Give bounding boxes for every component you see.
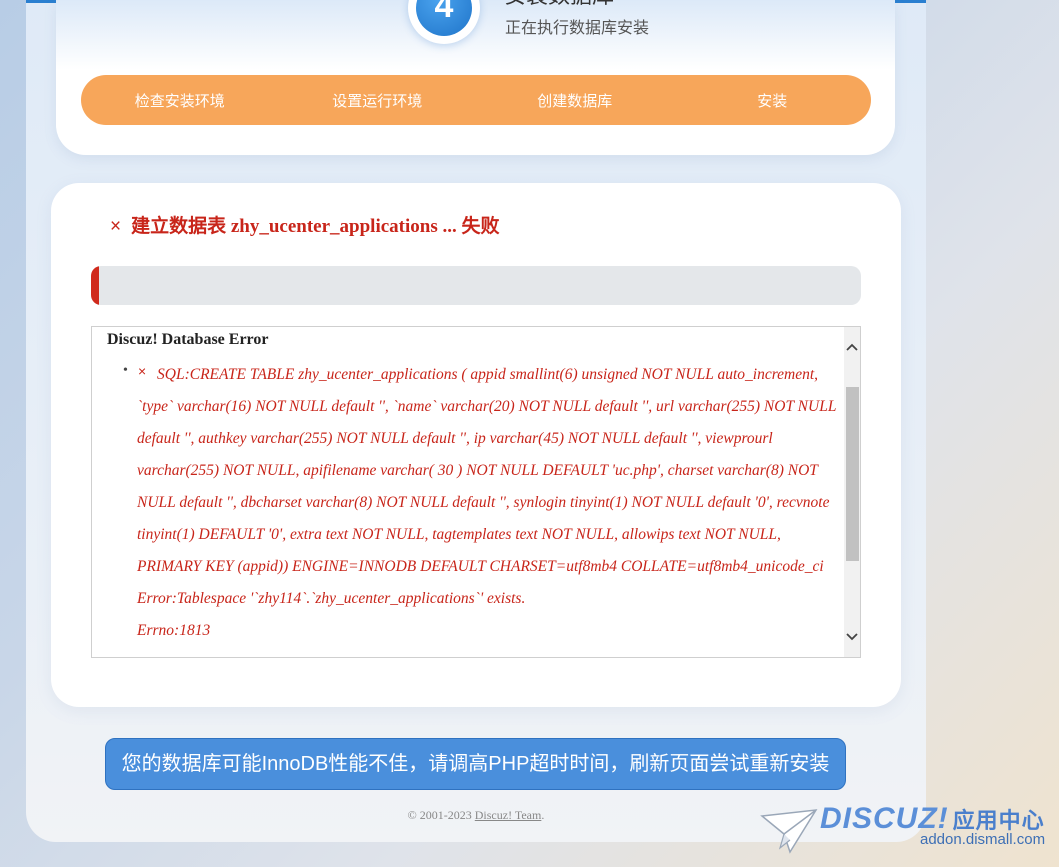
install-progress-bar [91, 266, 861, 305]
logo-url: addon.dismall.com [920, 831, 1046, 848]
error-x-icon: × [110, 216, 122, 237]
scroll-up-chevron-icon[interactable] [844, 337, 860, 357]
innodb-notice-message: 您的数据库可能InnoDB性能不佳，请调高PHP超时时间，刷新页面尝试重新安装 [105, 738, 846, 790]
discuz-appcenter-logo: DISCUZ! 应用中心 addon.dismall.com [760, 800, 1050, 855]
log-bullet: • [123, 363, 128, 378]
step-title: 安装数据库 [504, 0, 614, 10]
logo-cn-text: 应用中心 [952, 808, 1045, 833]
step-install: 安装 [757, 92, 788, 110]
paper-plane-icon [760, 809, 818, 854]
error-log-box[interactable]: Discuz! Database Error • × SQL:CREATE TA… [91, 326, 861, 658]
error-heading-text: 建立数据表 zhy_ucenter_applications ... 失败 [131, 216, 500, 237]
step-indicator: 4 [408, 0, 480, 44]
footer-suffix: . [541, 808, 545, 822]
progress-fill [91, 266, 99, 305]
log-errno-line: Errno:1813 [137, 622, 211, 639]
error-heading: × 建立数据表 zhy_ucenter_applications ... 失败 [110, 211, 500, 238]
log-sql: SQL:CREATE TABLE zhy_ucenter_application… [137, 366, 837, 575]
log-title: Discuz! Database Error [107, 331, 269, 348]
step-setup-environment: 设置运行环境 [332, 92, 423, 110]
step-number: 4 [416, 0, 472, 36]
step-create-database: 创建数据库 [537, 92, 613, 110]
log-scrollbar[interactable] [844, 327, 860, 657]
log-error-line: Error:Tablespace '`zhy114`.`zhy_ucenter_… [137, 590, 526, 607]
log-text: SQL:CREATE TABLE zhy_ucenter_application… [137, 359, 837, 647]
step-check-environment: 检查安装环境 [134, 92, 225, 110]
step-description: 正在执行数据库安装 [505, 20, 650, 37]
install-steps-bar: 检查安装环境 设置运行环境 创建数据库 安装 [81, 75, 871, 125]
scroll-thumb[interactable] [846, 387, 859, 561]
scroll-down-chevron-icon[interactable] [844, 627, 860, 647]
footer-copyright: © 2001-2023 [407, 808, 475, 822]
footer-discuz-team-link[interactable]: Discuz! Team [475, 808, 542, 822]
